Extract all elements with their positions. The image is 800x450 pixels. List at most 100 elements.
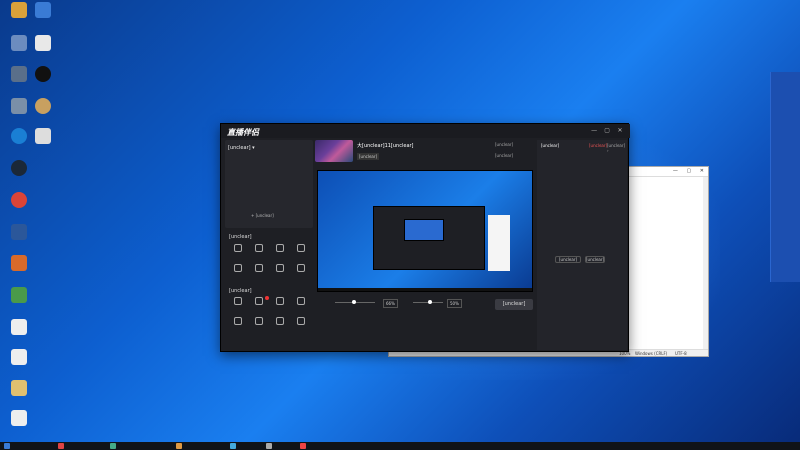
desktop-icon-18[interactable]	[6, 410, 32, 427]
steam-icon	[11, 160, 27, 176]
desktop-icon-10[interactable]	[6, 160, 32, 177]
desktop-icon-17[interactable]	[6, 380, 32, 397]
tool-icon	[255, 317, 263, 325]
right-action-button-a[interactable]: [unclear]	[555, 256, 581, 263]
interact-tool-6[interactable]	[271, 264, 289, 274]
desktop-icon-3[interactable]	[30, 35, 56, 52]
word-icon	[11, 224, 27, 240]
basic-tool-4[interactable]	[229, 317, 247, 327]
chrome-icon	[11, 192, 27, 208]
tool-icon	[276, 317, 284, 325]
desktop-icon-11[interactable]	[6, 192, 32, 209]
center-panel: 大[unclear]11[unclear] [unclear] [unclear…	[315, 140, 535, 350]
taskbar-app-icon[interactable]	[266, 443, 272, 449]
basic-tool-7[interactable]	[292, 317, 310, 327]
document-icon	[11, 410, 27, 426]
right-action-button-b[interactable]: [unclear]	[585, 256, 605, 263]
taskbar-app-icon[interactable]	[176, 443, 182, 449]
desktop-icon-1[interactable]	[30, 2, 56, 19]
download-icon	[297, 297, 305, 305]
basic-tool-2[interactable]	[271, 297, 289, 307]
desktop-icon-4[interactable]	[6, 66, 32, 83]
add-source-button[interactable]: + [unclear]	[251, 213, 274, 218]
desktop-icon-6[interactable]	[6, 98, 32, 115]
taskbar-app-icon[interactable]	[58, 443, 64, 449]
maximize-icon[interactable]: ▢	[603, 127, 611, 135]
qq-penguin-icon	[35, 66, 51, 82]
tool-icon	[276, 297, 284, 305]
taskbar-app-icon[interactable]	[300, 443, 306, 449]
tool-icon	[234, 244, 242, 252]
interact-tool-5[interactable]	[250, 264, 268, 274]
top-action[interactable]: [unclear]	[495, 142, 513, 147]
mode-selector[interactable]: [unclear] ▾	[228, 145, 255, 151]
desktop-icon-14[interactable]	[6, 287, 32, 304]
line-ending: Windows (CRLF)	[635, 351, 668, 356]
document-icon	[35, 35, 51, 51]
game-tag[interactable]: [unclear]	[357, 153, 380, 160]
desktop-icon-2[interactable]	[6, 35, 32, 52]
basic-tool-5[interactable]	[250, 317, 268, 327]
tab-2[interactable]: [unclear]	[589, 143, 607, 148]
interact-tool-1[interactable]	[250, 244, 268, 254]
folder-icon	[11, 2, 27, 18]
mic-volume-value: 66%	[383, 299, 398, 308]
taskbar-app-icon[interactable]	[230, 443, 236, 449]
desktop-icon-15[interactable]	[6, 319, 32, 336]
encoding: UTF-8	[675, 351, 687, 356]
mic-volume-thumb[interactable]	[352, 300, 356, 304]
game-title[interactable]: 大[unclear]11[unclear]	[357, 142, 414, 149]
side-floating-panel[interactable]	[770, 72, 800, 282]
minimize-icon[interactable]: —	[590, 127, 598, 135]
ie-browser-icon	[11, 128, 27, 144]
desktop-icons	[2, 2, 62, 437]
interact-tool-2[interactable]	[271, 244, 289, 254]
basic-tool-6[interactable]	[271, 317, 289, 327]
preview-recursive-window	[373, 206, 485, 270]
desktop-icon-8[interactable]	[6, 128, 32, 145]
game-thumbnail[interactable]	[315, 140, 353, 162]
tool-icon	[297, 244, 305, 252]
desktop-icon-9[interactable]	[30, 128, 56, 145]
desktop-icon-7[interactable]	[30, 98, 56, 115]
interact-tool-7[interactable]	[292, 264, 310, 274]
tab-3[interactable]: [unclear] ›	[607, 143, 627, 153]
app-icon	[11, 255, 27, 271]
basic-tool-0[interactable]	[229, 297, 247, 307]
interact-tool-4[interactable]	[229, 264, 247, 274]
desktop-icon-5[interactable]	[30, 66, 56, 83]
speaker-volume-thumb[interactable]	[428, 300, 432, 304]
preview-notepad	[488, 215, 510, 271]
taskbar-app-icon[interactable]	[110, 443, 116, 449]
preview-taskbar	[318, 288, 532, 291]
close-icon[interactable]: ✕	[700, 168, 704, 174]
top-action[interactable]: [unclear]	[495, 153, 513, 158]
app-titlebar[interactable]: 直播伴侣 — ▢ ✕	[221, 124, 630, 138]
start-live-button[interactable]: [unclear]	[495, 299, 533, 310]
right-panel: [unclear] [unclear] [unclear] › [unclear…	[537, 140, 627, 350]
basic-tool-3[interactable]	[292, 297, 310, 307]
live-streaming-app-window[interactable]: 直播伴侣 — ▢ ✕ [unclear] ▾ + [unclear] [uncl…	[220, 123, 630, 352]
notepad-scrollbar[interactable]	[703, 177, 708, 351]
desktop-icon-13[interactable]	[6, 255, 32, 272]
tool-icon	[297, 317, 305, 325]
tab-0[interactable]: [unclear]	[541, 143, 559, 148]
notepad-window-buttons: — ▢ ✕	[666, 168, 704, 174]
document-icon	[11, 349, 27, 365]
start-icon[interactable]	[4, 443, 10, 449]
interact-tool-3[interactable]	[292, 244, 310, 254]
stream-preview[interactable]	[317, 170, 533, 292]
desktop-icon-0[interactable]	[6, 2, 32, 19]
left-panel: [unclear] ▾ + [unclear] [unclear] [uncle…	[225, 140, 313, 350]
app-icon	[35, 98, 51, 114]
maximize-icon[interactable]: ▢	[686, 168, 691, 174]
document-icon	[11, 380, 27, 396]
desktop-icon-12[interactable]	[6, 224, 32, 241]
desktop-icon-16[interactable]	[6, 349, 32, 366]
interact-tool-0[interactable]	[229, 244, 247, 254]
network-icon	[11, 66, 27, 82]
minimize-icon[interactable]: —	[673, 168, 678, 174]
document-icon	[11, 287, 27, 303]
taskbar	[0, 442, 800, 450]
close-icon[interactable]: ✕	[616, 127, 624, 135]
